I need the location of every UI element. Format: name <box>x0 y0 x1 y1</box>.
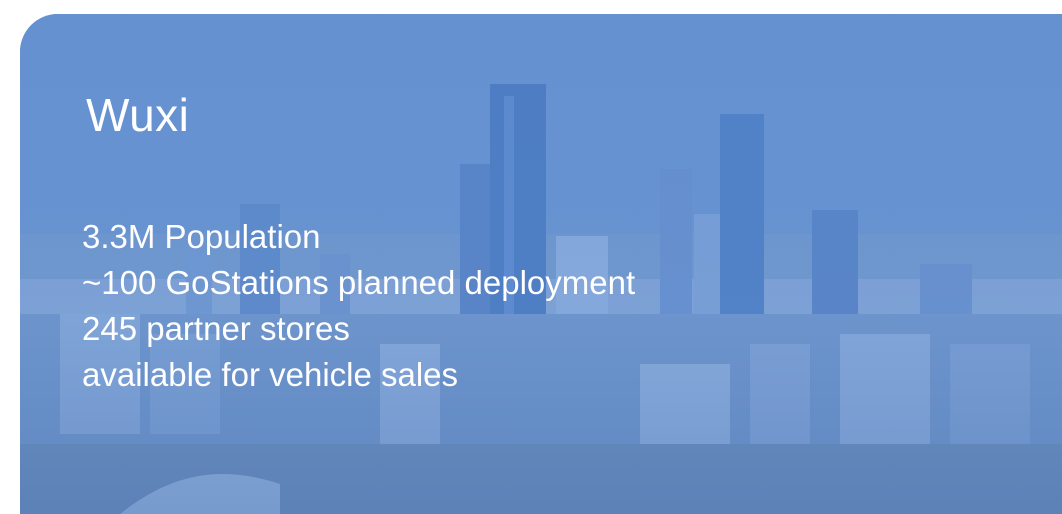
city-facts-list: 3.3M Population ~100 GoStations planned … <box>82 214 635 398</box>
fact-population: 3.3M Population <box>82 218 321 255</box>
city-title: Wuxi <box>86 89 190 141</box>
city-info-card: Wuxi 3.3M Population ~100 GoStations pla… <box>20 14 1062 514</box>
fact-gostations: ~100 GoStations planned deployment <box>82 264 636 301</box>
fact-vehicle-sales: available for vehicle sales <box>82 356 459 393</box>
fact-partner-stores: 245 partner stores <box>82 310 350 347</box>
